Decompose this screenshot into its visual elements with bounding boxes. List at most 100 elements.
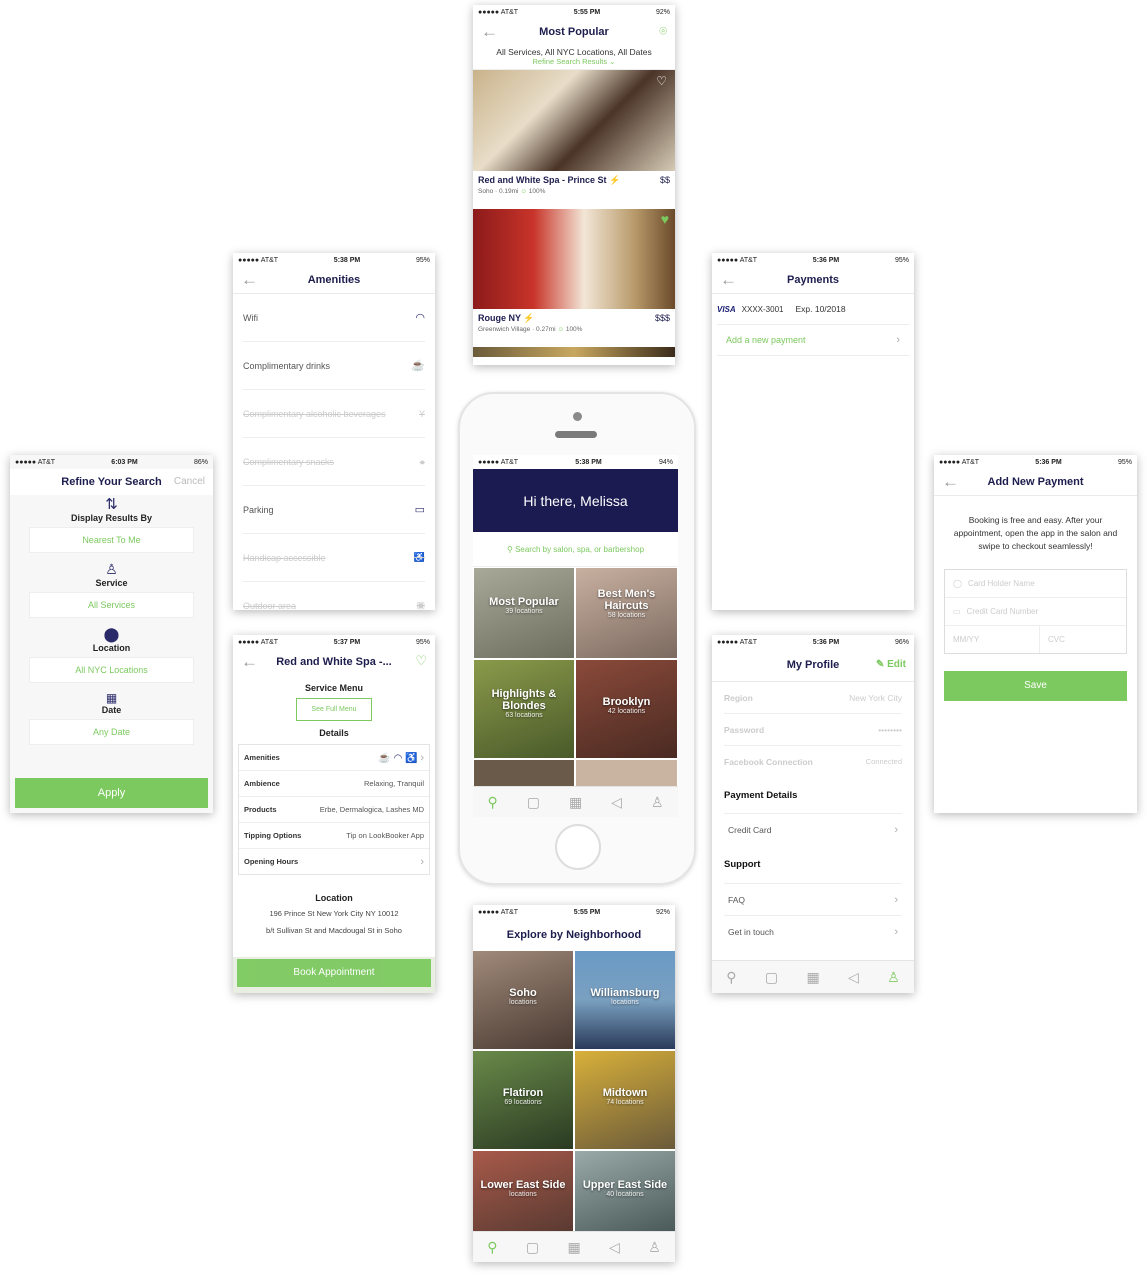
tile-title: Most Popular: [489, 596, 559, 608]
carrier: ●●●●● AT&T: [478, 8, 519, 16]
heart-icon[interactable]: ♡: [415, 653, 427, 669]
chat-icon[interactable]: ▢: [765, 969, 778, 986]
chevron-right-icon: ›: [894, 823, 898, 836]
edit-button[interactable]: ✎ Edit: [876, 659, 906, 670]
salon-photo: ♥: [473, 209, 675, 309]
refine-search-screen: ●●●●● AT&T 6:03 PM 86% Refine Your Search …: [10, 455, 213, 813]
chat-icon[interactable]: ▢: [526, 1239, 539, 1256]
amenity-row: Wifi ◠: [243, 294, 425, 342]
back-arrow-icon[interactable]: ←: [720, 270, 737, 290]
megaphone-icon[interactable]: ◁: [609, 1239, 620, 1256]
calendar-icon[interactable]: ▦: [569, 794, 582, 811]
region-row: Region New York City: [724, 682, 902, 714]
neighborhood-tile[interactable]: Upper East Side 40 locations: [575, 1151, 675, 1231]
date-select[interactable]: Any Date: [29, 719, 194, 745]
tile-subtitle: 39 locations: [505, 608, 543, 615]
status-time: 5:36 PM: [1035, 458, 1062, 466]
category-tile-partial[interactable]: [474, 760, 574, 787]
cvc-field[interactable]: CVC: [1040, 626, 1065, 653]
detail-value: Erbe, Dermalogica, Lashes MD: [319, 805, 424, 814]
search-icon[interactable]: ⚲: [487, 1239, 497, 1256]
book-appointment-button[interactable]: Book Appointment: [237, 959, 431, 987]
location-select[interactable]: All NYC Locations: [29, 657, 194, 683]
heart-icon[interactable]: ♡: [656, 74, 667, 88]
page-title: My Profile: [786, 659, 840, 671]
card-number-field[interactable]: ▭ Credit Card Number: [945, 598, 1126, 626]
calendar-icon[interactable]: ▦: [806, 969, 819, 986]
lightning-icon: ⚡: [523, 313, 535, 323]
status-time: 5:36 PM: [812, 638, 840, 646]
user-icon[interactable]: ♙: [651, 794, 664, 811]
map-pin-icon[interactable]: ⌾: [659, 23, 667, 39]
cancel-button[interactable]: Cancel: [174, 476, 205, 487]
intro-text: Booking is free and easy. After your app…: [953, 515, 1118, 551]
display-results-select[interactable]: Nearest To Me: [29, 527, 194, 553]
category-tile[interactable]: Most Popular 39 locations: [474, 568, 574, 658]
megaphone-icon[interactable]: ◁: [611, 794, 622, 811]
page-title: Most Popular: [539, 26, 609, 38]
neighborhood-tile[interactable]: Soho locations: [473, 951, 573, 1049]
payment-details-heading: Payment Details: [724, 777, 902, 814]
tile-title: Best Men's Haircuts: [597, 588, 656, 612]
status-bar: ●●●●● AT&T 5:36 PM 95%: [712, 253, 914, 267]
credit-card-row[interactable]: Credit Card ›: [724, 814, 902, 845]
tile-subtitle: 40 locations: [606, 1191, 644, 1198]
card-holder-field[interactable]: ◯ Card Holder Name: [945, 570, 1126, 598]
region-label: Region: [724, 692, 753, 703]
search-icon[interactable]: ⚲: [487, 794, 497, 811]
neighborhood-tile[interactable]: Lower East Side locations: [473, 1151, 573, 1231]
category-tile[interactable]: Brooklyn 42 locations: [576, 660, 677, 758]
apply-button[interactable]: Apply: [15, 778, 208, 808]
amenity-row: Outdoor area ▣: [243, 582, 425, 610]
category-tile[interactable]: Best Men's Haircuts 58 locations: [576, 568, 677, 658]
back-arrow-icon[interactable]: ←: [481, 22, 498, 42]
expiry-field[interactable]: MM/YY: [945, 626, 1040, 653]
back-arrow-icon[interactable]: ←: [241, 652, 258, 672]
tab-bar: ⚲ ▢ ▦ ◁ ♙: [712, 960, 914, 993]
status-bar: ●●●●● AT&T 5:38 PM 94%: [473, 455, 678, 469]
search-icon[interactable]: ⚲: [726, 969, 736, 986]
tile-subtitle: 69 locations: [504, 1099, 542, 1106]
listing-card[interactable]: ♡ Red and White Spa - Prince St ⚡ $$ Soh…: [473, 70, 675, 209]
listing-card[interactable]: ♥ Rouge NY ⚡ $$$ Greenwich Village · 0.2…: [473, 209, 675, 347]
chevron-right-icon: ›: [896, 334, 900, 346]
see-full-menu-button[interactable]: See Full Menu: [296, 698, 372, 721]
calendar-icon[interactable]: ▦: [567, 1239, 580, 1256]
saved-card-row[interactable]: VISA XXXX-3001 Exp. 10/2018: [717, 294, 909, 325]
chat-icon[interactable]: ▢: [527, 794, 540, 811]
coffee-icon: ☕: [378, 752, 391, 764]
category-tile-partial[interactable]: [576, 760, 677, 787]
heart-filled-icon[interactable]: ♥: [661, 211, 669, 227]
back-arrow-icon[interactable]: ←: [241, 270, 258, 290]
salon-name: Rouge NY ⚡: [478, 313, 535, 324]
tile-subtitle: locations: [509, 999, 537, 1006]
get-in-touch-row[interactable]: Get in touch ›: [724, 916, 902, 947]
credit-card-icon: ▭: [953, 607, 961, 616]
amenity-label: Complimentary drinks: [243, 360, 331, 371]
search-bar[interactable]: ⚲ Search by salon, spa, or barbershop: [473, 532, 678, 567]
refine-results-link[interactable]: Refine Search Results ⌄: [473, 57, 675, 66]
service-select[interactable]: All Services: [29, 592, 194, 618]
detail-row[interactable]: Amenities ☕ ◠ ♿ ›: [239, 745, 429, 771]
get-in-touch-label: Get in touch: [728, 926, 774, 937]
chevron-right-icon: ›: [420, 855, 424, 868]
category-tile[interactable]: Highlights & Blondes 63 locations: [474, 660, 574, 758]
faq-row[interactable]: FAQ ›: [724, 884, 902, 916]
amenity-label: Wifi: [243, 312, 258, 323]
back-arrow-icon[interactable]: ←: [942, 472, 959, 492]
detail-row[interactable]: Opening Hours ›: [239, 849, 429, 874]
user-icon[interactable]: ♙: [887, 969, 900, 986]
page-title: Amenities: [307, 274, 361, 286]
neighborhood-tile[interactable]: Williamsburg locations: [575, 951, 675, 1049]
add-payment-row[interactable]: Add a new payment ›: [717, 325, 909, 356]
save-button[interactable]: Save: [944, 671, 1127, 701]
megaphone-icon[interactable]: ◁: [848, 969, 859, 986]
tile-title: Upper East Side: [582, 1179, 668, 1191]
neighborhood-tile[interactable]: Midtown 74 locations: [575, 1051, 675, 1149]
home-button[interactable]: [555, 824, 601, 870]
neighborhood-tile[interactable]: Flatiron 69 locations: [473, 1051, 573, 1149]
smile-icon: ☺: [520, 188, 527, 195]
user-icon[interactable]: ♙: [648, 1239, 661, 1256]
price-level: $$: [659, 175, 670, 185]
status-bar: ●●●●● AT&T 6:03 PM 86%: [10, 455, 213, 469]
